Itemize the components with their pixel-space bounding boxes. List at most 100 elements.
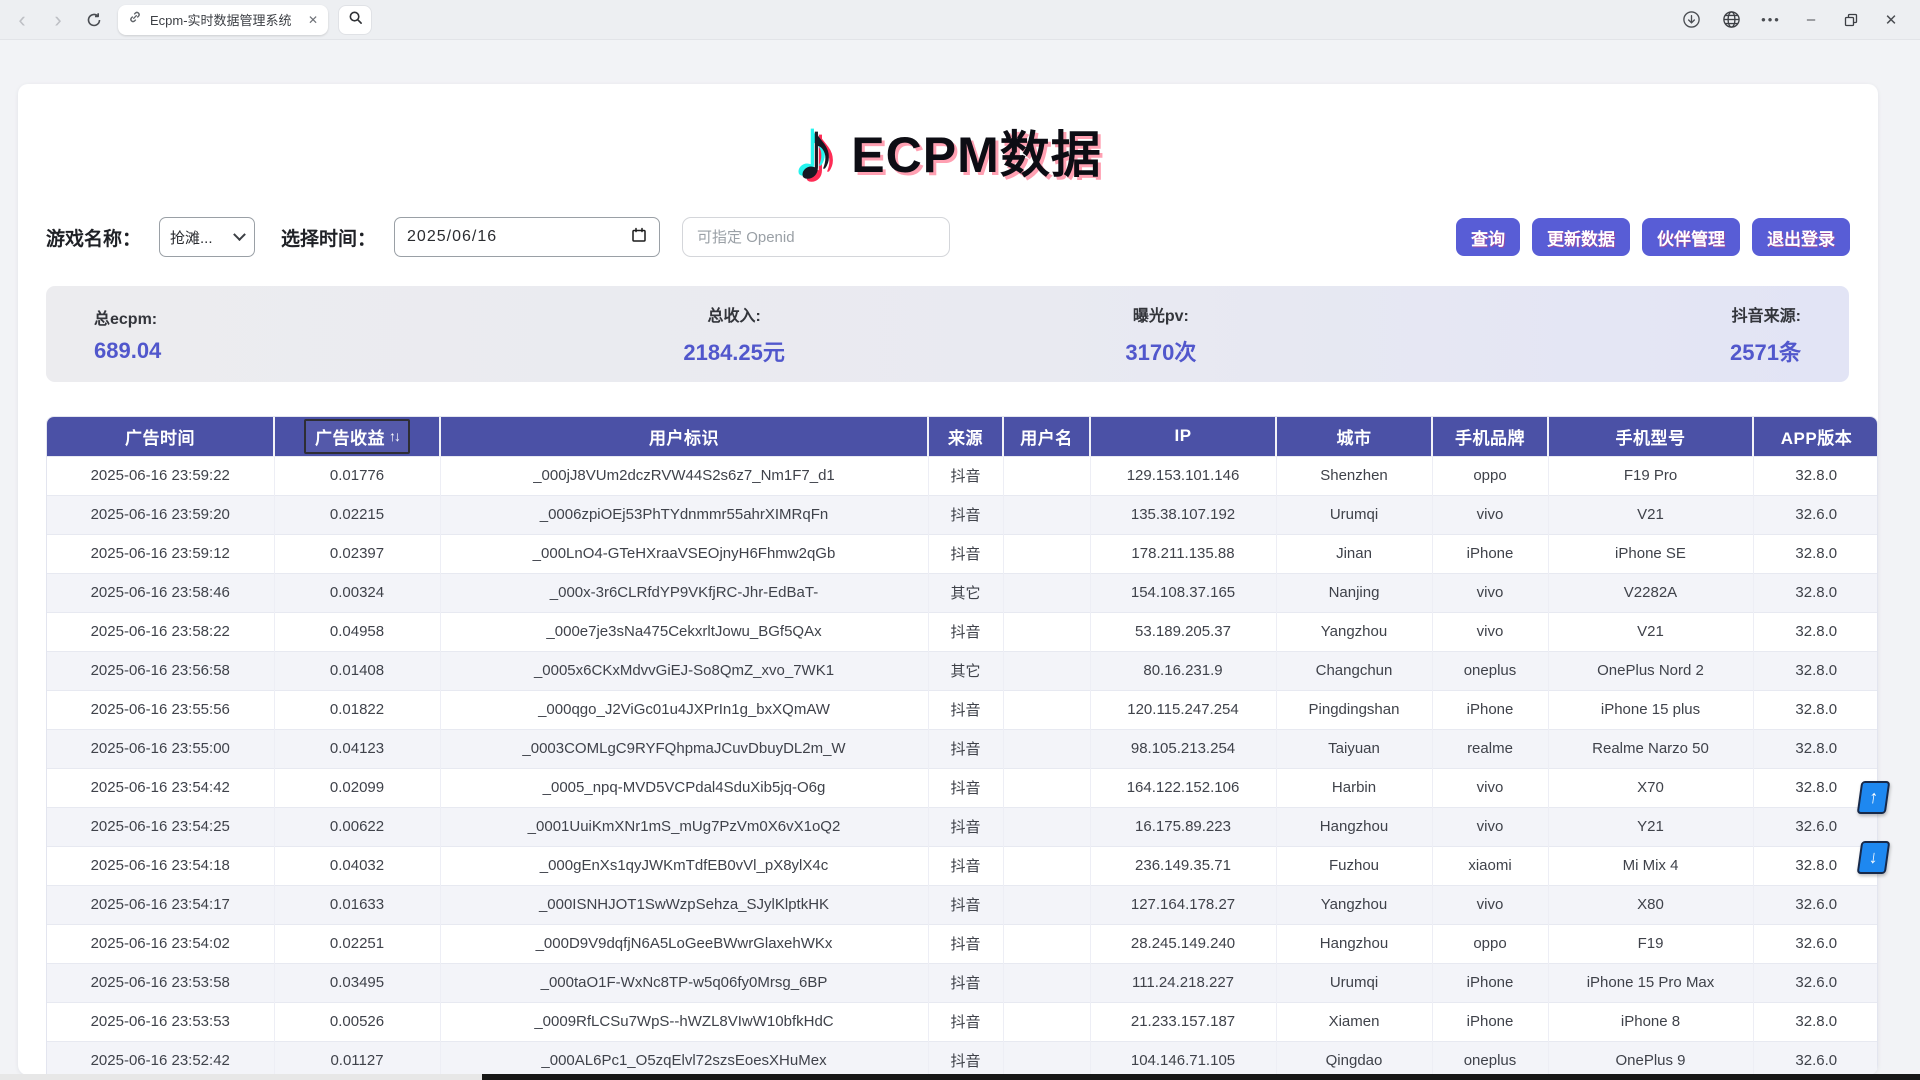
close-icon[interactable]: ✕ (1876, 5, 1906, 35)
cell-ad-time: 2025-06-16 23:52:42 (47, 1041, 274, 1075)
cell-phone-model: Mi Mix 4 (1548, 846, 1753, 885)
cell-openid: _0005_npq-MVD5VCPdal4SduXib5jq-O6g (440, 768, 928, 807)
cell-phone-model: Y21 (1548, 807, 1753, 846)
cell-city: Changchun (1276, 651, 1432, 690)
cell-openid: _0001UuiKmXNr1mS_mUg7PzVm0X6vX1oQ2 (440, 807, 928, 846)
forward-icon[interactable]: › (44, 6, 72, 34)
cell-ip: 53.189.205.37 (1090, 612, 1276, 651)
header-username: 用户名 (1003, 417, 1090, 456)
arrow-up-icon: ↑ (1868, 787, 1880, 808)
table-row: 2025-06-16 23:54:420.02099_0005_npq-MVD5… (47, 768, 1878, 807)
cell-phone-brand: iPhone (1432, 690, 1548, 729)
cell-source: 抖音 (928, 846, 1003, 885)
cell-phone-brand: oppo (1432, 924, 1548, 963)
cell-phone-model: iPhone 15 plus (1548, 690, 1753, 729)
cell-ip: 236.149.35.71 (1090, 846, 1276, 885)
cell-username (1003, 768, 1090, 807)
cell-phone-brand: realme (1432, 729, 1548, 768)
cell-phone-model: X80 (1548, 885, 1753, 924)
restore-icon[interactable] (1836, 5, 1866, 35)
refresh-icon[interactable] (80, 6, 108, 34)
cell-city: Xiamen (1276, 1002, 1432, 1041)
cell-ad-revenue: 0.00622 (274, 807, 440, 846)
cell-city: Harbin (1276, 768, 1432, 807)
cell-username (1003, 456, 1090, 495)
table-row: 2025-06-16 23:54:180.04032_000gEnXs1qyJW… (47, 846, 1878, 885)
cell-phone-brand: vivo (1432, 768, 1548, 807)
cell-ip: 135.38.107.192 (1090, 495, 1276, 534)
revenue-sort-button[interactable]: 广告收益 ↑↓ (304, 419, 410, 454)
cell-ip: 129.153.101.146 (1090, 456, 1276, 495)
cell-city: Nanjing (1276, 573, 1432, 612)
cell-source: 抖音 (928, 534, 1003, 573)
cell-ip: 127.164.178.27 (1090, 885, 1276, 924)
date-value: 2025/06/16 (407, 228, 497, 246)
cell-username (1003, 846, 1090, 885)
globe-icon[interactable] (1716, 5, 1746, 35)
tab-close-icon[interactable]: ✕ (308, 13, 318, 27)
date-input[interactable]: 2025/06/16 (394, 217, 660, 257)
header-city: 城市 (1276, 417, 1432, 456)
query-button[interactable]: 查询 (1456, 218, 1520, 256)
header-source: 来源 (928, 417, 1003, 456)
stat-douyin-source: 抖音来源: 2571条 (1374, 302, 1801, 367)
cell-openid: _000jJ8VUm2dczRVW44S2s6z7_Nm1F7_d1 (440, 456, 928, 495)
refresh-data-button[interactable]: 更新数据 (1532, 218, 1630, 256)
cell-app-version: 32.6.0 (1753, 495, 1878, 534)
cell-city: Qingdao (1276, 1041, 1432, 1075)
horizontal-scrollbar-thumb[interactable] (482, 1074, 1920, 1080)
cell-phone-brand: oppo (1432, 456, 1548, 495)
game-select[interactable]: 抢滩... (159, 217, 255, 257)
cell-app-version: 32.8.0 (1753, 651, 1878, 690)
scroll-to-top-button[interactable]: ↑ (1857, 781, 1891, 814)
table-row: 2025-06-16 23:54:250.00622_0001UuiKmXNr1… (47, 807, 1878, 846)
scroll-to-bottom-button[interactable]: ↓ (1857, 841, 1891, 874)
cell-app-version: 32.6.0 (1753, 963, 1878, 1002)
cell-ad-revenue: 0.04032 (274, 846, 440, 885)
header-phone-model: 手机型号 (1548, 417, 1753, 456)
cell-phone-model: V21 (1548, 495, 1753, 534)
cell-ad-time: 2025-06-16 23:58:46 (47, 573, 274, 612)
table-row: 2025-06-16 23:54:020.02251_000D9V9dqfjN6… (47, 924, 1878, 963)
cell-username (1003, 1041, 1090, 1075)
cell-source: 其它 (928, 573, 1003, 612)
cell-source: 抖音 (928, 807, 1003, 846)
back-icon[interactable]: ‹ (8, 6, 36, 34)
calendar-icon[interactable] (631, 227, 647, 248)
filter-bar: 游戏名称： 抢滩... 选择时间： 2025/06/16 查询 更新数据 伙伴管… (46, 216, 1850, 258)
openid-input[interactable] (682, 217, 950, 257)
table-row: 2025-06-16 23:58:460.00324_000x-3r6CLRfd… (47, 573, 1878, 612)
browser-tab[interactable]: Ecpm-实时数据管理系统 ✕ (118, 5, 328, 35)
cell-phone-model: iPhone 8 (1548, 1002, 1753, 1041)
cell-app-version: 32.8.0 (1753, 612, 1878, 651)
address-search-button[interactable] (338, 5, 372, 35)
minimize-icon[interactable]: – (1796, 5, 1826, 35)
horizontal-scrollbar[interactable] (0, 1074, 1920, 1080)
cell-openid: _000qgo_J2ViGc01u4JXPrIn1g_bxXQmAW (440, 690, 928, 729)
cell-ip: 104.146.71.105 (1090, 1041, 1276, 1075)
cell-ad-revenue: 0.02099 (274, 768, 440, 807)
cell-username (1003, 651, 1090, 690)
cell-phone-brand: vivo (1432, 612, 1548, 651)
menu-ellipsis-icon[interactable]: ••• (1756, 5, 1786, 35)
app-title: ECPM数据 (851, 115, 1101, 187)
table-row: 2025-06-16 23:59:120.02397_000LnO4-GTeHX… (47, 534, 1878, 573)
cell-openid: _000AL6Pc1_O5zqElvl72szsEoesXHuMex (440, 1041, 928, 1075)
header-phone-brand: 手机品牌 (1432, 417, 1548, 456)
cell-username (1003, 573, 1090, 612)
logout-button[interactable]: 退出登录 (1752, 218, 1850, 256)
cell-openid: _000e7je3sNa475CekxrltJowu_BGf5QAx (440, 612, 928, 651)
cell-source: 抖音 (928, 885, 1003, 924)
main-panel: ♪ ECPM数据 游戏名称： 抢滩... 选择时间： 2025/06/16 查询… (18, 84, 1878, 1075)
cell-username (1003, 924, 1090, 963)
cell-ad-time: 2025-06-16 23:54:42 (47, 768, 274, 807)
cell-username (1003, 885, 1090, 924)
cell-source: 抖音 (928, 612, 1003, 651)
download-icon[interactable] (1676, 5, 1706, 35)
chevron-down-icon (233, 228, 246, 241)
partner-manage-button[interactable]: 伙伴管理 (1642, 218, 1740, 256)
cell-ad-revenue: 0.01776 (274, 456, 440, 495)
cell-openid: _0005x6CKxMdvvGiEJ-So8QmZ_xvo_7WK1 (440, 651, 928, 690)
cell-ip: 164.122.152.106 (1090, 768, 1276, 807)
table-row: 2025-06-16 23:53:530.00526_0009RfLCSu7Wp… (47, 1002, 1878, 1041)
